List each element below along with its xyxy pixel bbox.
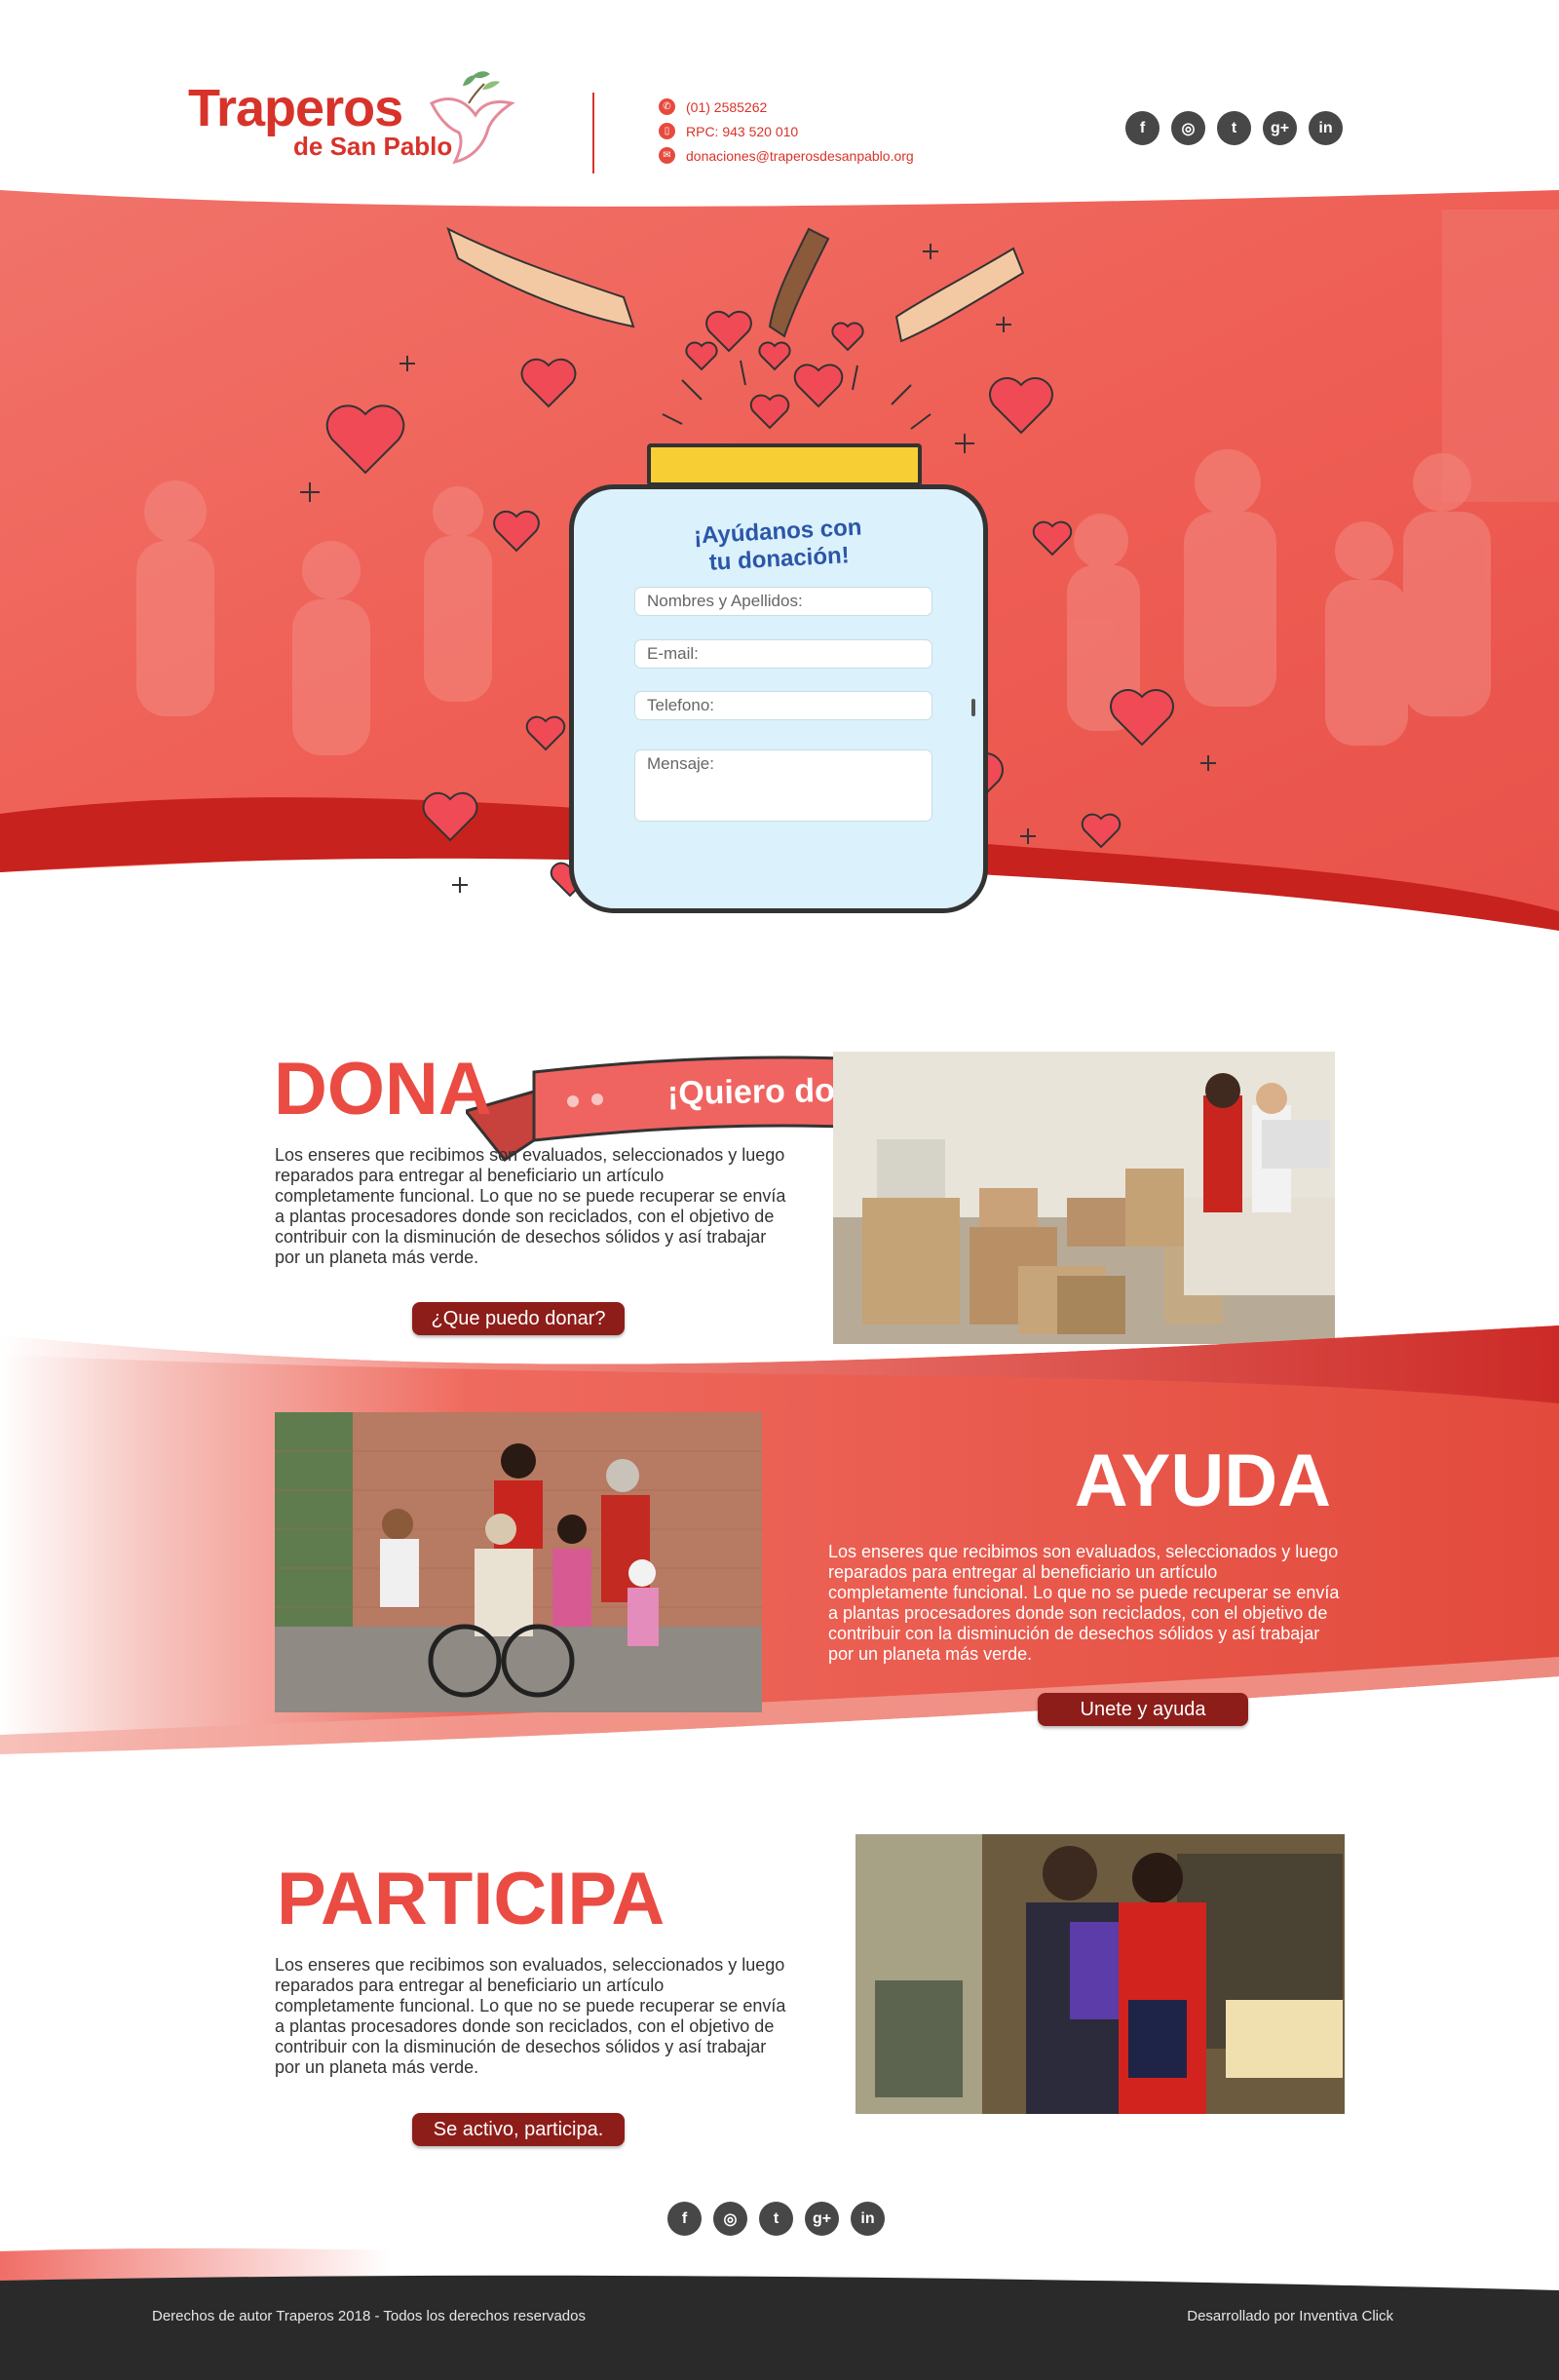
volunteers-photo	[856, 1834, 1345, 2114]
dove-icon	[429, 71, 515, 165]
contact-rpc[interactable]: ▯ RPC: 943 520 010	[659, 119, 914, 143]
social-links-header: f ◎ t g+ in	[1125, 111, 1343, 145]
logo-title: Traperos	[188, 79, 403, 137]
message-field[interactable]: Mensaje:	[634, 749, 932, 822]
ayuda-photo	[275, 1412, 762, 1712]
facebook-icon[interactable]: f	[667, 2202, 702, 2236]
participa-photo	[856, 1834, 1345, 2114]
dona-text: Los enseres que recibimos son evaluados,…	[275, 1145, 786, 1267]
site-header: Traperos de San Pablo ✆ (01) 2585262 ▯ R…	[0, 0, 1559, 190]
contact-phone[interactable]: ✆ (01) 2585262	[659, 95, 914, 119]
logo[interactable]: Traperos de San Pablo	[188, 64, 519, 172]
ayuda-title: AYUDA	[1074, 1440, 1331, 1522]
email-icon: ✉	[659, 147, 675, 164]
be-active-participate-button[interactable]: Se activo, participa.	[412, 2113, 625, 2146]
ayuda-text: Los enseres que recibimos son evaluados,…	[828, 1542, 1340, 1664]
warehouse-photo	[833, 1052, 1335, 1344]
google-plus-icon[interactable]: g+	[805, 2202, 839, 2236]
dona-photo	[833, 1052, 1335, 1344]
participa-text: Los enseres que recibimos son evaluados,…	[275, 1955, 786, 2077]
phone-field[interactable]: Telefono:	[634, 691, 932, 720]
linkedin-icon[interactable]: in	[851, 2202, 885, 2236]
mobile-icon: ▯	[659, 123, 675, 139]
dona-title: DONA	[274, 1048, 492, 1131]
name-field[interactable]: Nombres y Apellidos:	[634, 587, 932, 616]
donation-jar: ¡Ayúdanos con tu donación! Nombres y Ape…	[569, 443, 988, 1087]
contact-info: ✆ (01) 2585262 ▯ RPC: 943 520 010 ✉ dona…	[659, 95, 914, 168]
email-field[interactable]: E-mail:	[634, 639, 932, 669]
instagram-icon[interactable]: ◎	[713, 2202, 747, 2236]
social-links-footer: f ◎ t g+ in	[667, 2202, 885, 2236]
linkedin-icon[interactable]: in	[1309, 111, 1343, 145]
phone-icon: ✆	[659, 98, 675, 115]
donation-form: ¡Ayúdanos con tu donación! Nombres y Ape…	[569, 484, 988, 913]
twitter-icon[interactable]: t	[759, 2202, 793, 2236]
footer-copyright: Derechos de autor Traperos 2018 - Todos …	[152, 2308, 586, 2324]
footer-credit[interactable]: Desarrollado por Inventiva Click	[1187, 2308, 1393, 2324]
twitter-icon[interactable]: t	[1217, 111, 1251, 145]
form-scrollbar[interactable]	[971, 699, 975, 716]
contact-rpc-text: RPC: 943 520 010	[686, 123, 799, 139]
google-plus-icon[interactable]: g+	[1263, 111, 1297, 145]
instagram-icon[interactable]: ◎	[1171, 111, 1205, 145]
family-photo	[275, 1412, 762, 1712]
participa-title: PARTICIPA	[277, 1858, 665, 1940]
facebook-icon[interactable]: f	[1125, 111, 1160, 145]
header-divider	[592, 93, 594, 173]
contact-phone-text: (01) 2585262	[686, 98, 768, 115]
form-title: ¡Ayúdanos con tu donación!	[573, 508, 984, 584]
contact-email-text: donaciones@traperosdesanpablo.org	[686, 147, 914, 164]
join-and-help-button[interactable]: Unete y ayuda	[1038, 1693, 1248, 1726]
hero-banner: ¡Ayúdanos con tu donación! Nombres y Ape…	[0, 190, 1559, 1163]
contact-email[interactable]: ✉ donaciones@traperosdesanpablo.org	[659, 143, 914, 168]
jar-lid	[647, 443, 922, 486]
